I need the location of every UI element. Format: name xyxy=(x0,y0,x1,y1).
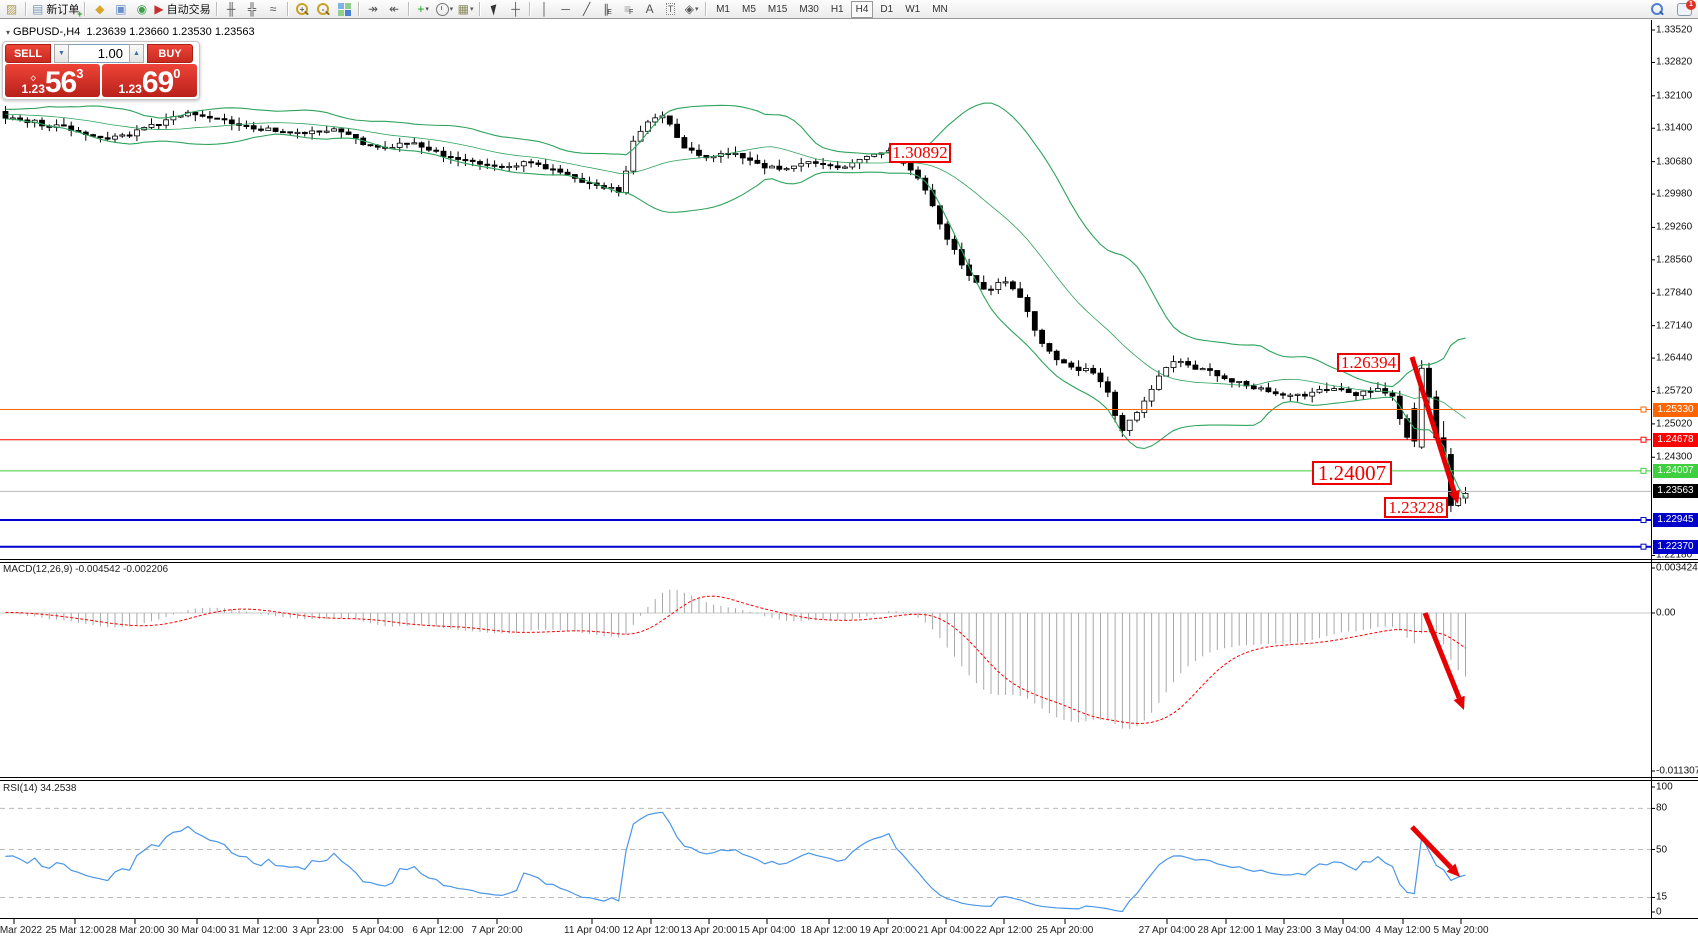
signals-icon[interactable]: ◉ xyxy=(131,1,152,18)
sell-button[interactable]: SELL xyxy=(5,44,51,63)
new-order-button[interactable]: ▤+新订单 xyxy=(30,1,81,18)
toolbar-separator xyxy=(408,2,410,16)
timeframe-M30[interactable]: M30 xyxy=(794,1,823,18)
toolbar-separator xyxy=(216,2,218,16)
periods-button[interactable]: ▾ xyxy=(434,1,456,18)
search-icon[interactable] xyxy=(1646,1,1667,18)
buy-price-display[interactable]: 1.23 69 0 xyxy=(102,64,197,97)
equidistant-channel-icon[interactable]: ∥E xyxy=(597,1,618,18)
templates-button[interactable]: ▦▾ xyxy=(455,1,476,18)
notification-badge: 1 xyxy=(1686,0,1696,10)
volume-decrement-button[interactable]: ▼ xyxy=(54,44,69,63)
vertical-line-icon[interactable]: │ xyxy=(534,1,555,18)
arrows-shapes-button[interactable]: ◈▾ xyxy=(681,1,702,18)
bar-chart-icon[interactable]: ╫ xyxy=(221,1,242,18)
auto-scroll-icon[interactable]: ↠ xyxy=(363,1,384,18)
timeframe-M15[interactable]: M15 xyxy=(763,1,792,18)
indicators-button[interactable]: +▾ xyxy=(413,1,434,18)
toolbar-separator xyxy=(705,2,707,16)
fibonacci-icon[interactable]: ≡F xyxy=(618,1,639,18)
zoom-in-icon[interactable]: + xyxy=(292,1,313,18)
chevron-down-icon[interactable]: ▾ xyxy=(6,28,10,37)
mt4-window: ▨▤+新订单◆▣◉▶自动交易╫╬≈+-↠↞+▾▾▦▾┼│─╱∥E≡FAT◈▾M1… xyxy=(0,0,1698,941)
text-label-icon[interactable]: T xyxy=(660,1,681,18)
chart-title-row: ▾GBPUSD-,H4 1.23639 1.23660 1.23530 1.23… xyxy=(6,26,255,38)
cursor-icon[interactable] xyxy=(484,1,505,18)
notifications-icon[interactable]: 1 xyxy=(1677,3,1692,16)
trendline-icon[interactable]: ╱ xyxy=(576,1,597,18)
price-direction-icon: ◇ xyxy=(22,76,45,82)
crosshair-icon[interactable]: ┼ xyxy=(505,1,526,18)
top-toolbar: ▨ ▤+新订单 ◆▣◉▶自动交易 ╫╬≈ +- ↠↞ +▾▾▦▾ ┼ │─╱∥E≡FAT◈▾ M1… xyxy=(0,0,1698,19)
autotrading-button[interactable]: ▶自动交易 xyxy=(152,1,212,18)
chart-shift-icon[interactable]: ↞ xyxy=(384,1,405,18)
toolbar-separator xyxy=(84,2,86,16)
market-watch-icon[interactable]: ◆ xyxy=(89,1,110,18)
chart-title: GBPUSD-,H4 1.23639 1.23660 1.23530 1.235… xyxy=(13,26,255,38)
tile-windows-icon[interactable] xyxy=(334,1,355,18)
zoom-out-icon[interactable]: - xyxy=(313,1,334,18)
toolbar-separator xyxy=(358,2,360,16)
one-click-trading-panel: SELL ▼ ▲ BUY ◇1.23 56 3 1.23 69 0 xyxy=(2,41,200,100)
buy-button[interactable]: BUY xyxy=(147,44,193,63)
price-chart-canvas[interactable] xyxy=(0,0,1698,941)
timeframe-H1[interactable]: H1 xyxy=(826,1,849,18)
toolbar-separator xyxy=(25,2,27,16)
clipped-chart-icon[interactable]: ▨ xyxy=(1,1,22,18)
timeframe-M1[interactable]: M1 xyxy=(711,1,735,18)
candlestick-chart-icon[interactable]: ╬ xyxy=(242,1,263,18)
horizontal-line-icon[interactable]: ─ xyxy=(555,1,576,18)
terminal-window-icon[interactable]: ▣ xyxy=(110,1,131,18)
timeframe-D1[interactable]: D1 xyxy=(875,1,898,18)
timeframe-W1[interactable]: W1 xyxy=(900,1,925,18)
toolbar-separator xyxy=(529,2,531,16)
timeframe-MN[interactable]: MN xyxy=(927,1,953,18)
timeframe-M5[interactable]: M5 xyxy=(737,1,761,18)
volume-input[interactable] xyxy=(69,44,129,63)
toolbar-separator xyxy=(479,2,481,16)
timeframe-H4[interactable]: H4 xyxy=(851,1,874,18)
volume-increment-button[interactable]: ▲ xyxy=(129,44,144,63)
sell-price-display[interactable]: ◇1.23 56 3 xyxy=(5,64,100,97)
text-icon[interactable]: A xyxy=(639,1,660,18)
toolbar-separator xyxy=(287,2,289,16)
line-chart-icon[interactable]: ≈ xyxy=(263,1,284,18)
